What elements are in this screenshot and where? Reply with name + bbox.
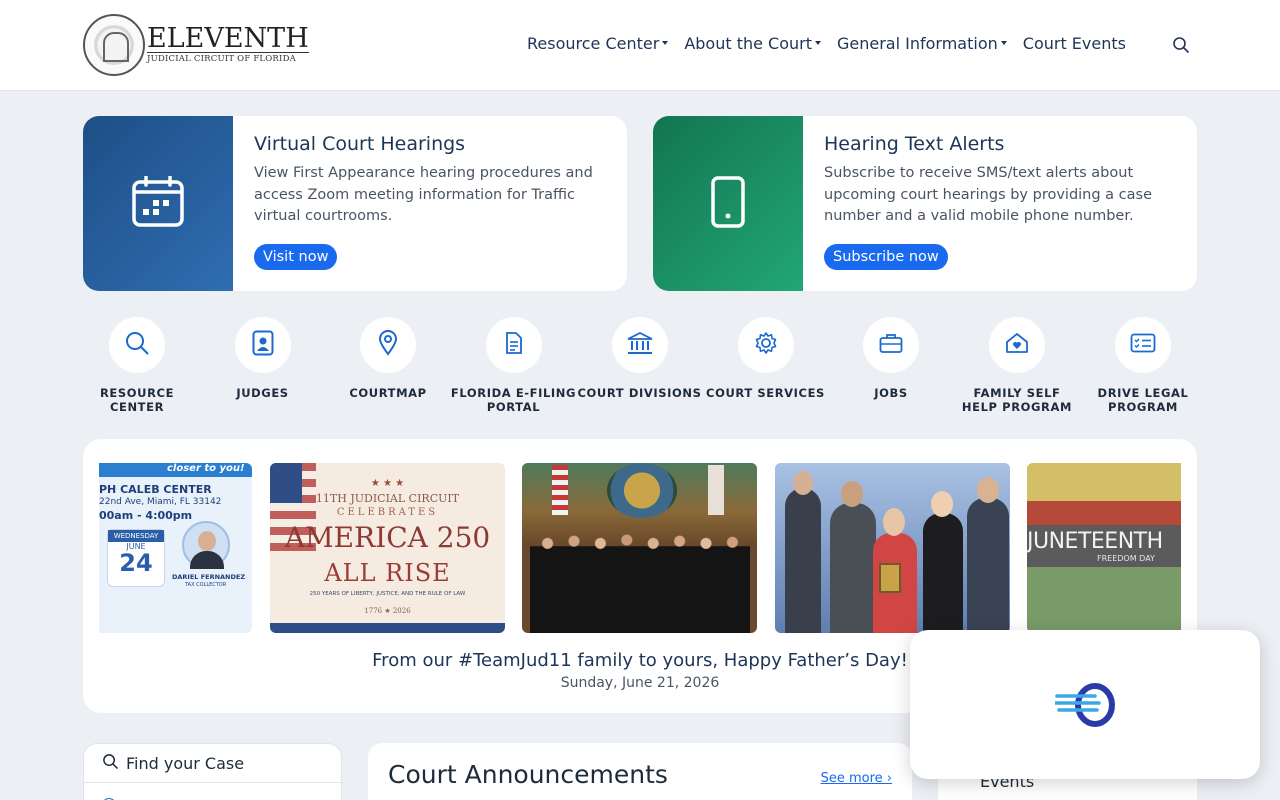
divider <box>84 782 343 783</box>
court-seal-icon <box>83 14 145 76</box>
map-pin-icon <box>378 330 398 360</box>
visit-now-button[interactable]: Visit now <box>254 244 338 270</box>
caret-down-icon <box>662 40 669 45</box>
quick-link-resource-center[interactable]: RESOURCE CENTER <box>74 317 200 414</box>
state-seal-mural <box>607 463 677 518</box>
logo-title: ELEVENTH <box>147 23 309 54</box>
see-more-link[interactable]: See more › <box>821 771 892 786</box>
quick-link-drive-legal-program[interactable]: DRIVE LEGAL PROGRAM <box>1080 317 1206 414</box>
card-description: View First Appearance hearing procedures… <box>254 165 593 224</box>
quick-link-judges[interactable]: JUDGES <box>200 317 326 400</box>
judges-group <box>530 521 750 633</box>
quick-link-jobs[interactable]: JOBS <box>828 317 954 400</box>
nav-court-events[interactable]: Court Events <box>1023 34 1126 53</box>
quick-link-court-divisions[interactable]: COURT DIVISIONS <box>577 317 703 400</box>
chat-widget-popup[interactable] <box>910 630 1260 779</box>
id-card-icon <box>1130 333 1156 357</box>
carousel-slide-judges-photo[interactable] <box>522 463 757 633</box>
search-icon <box>102 753 119 774</box>
section-title: Court Announcements <box>388 760 668 789</box>
us-flag <box>552 465 568 515</box>
logo-subtitle: JUDICIAL CIRCUIT OF FLORIDA <box>147 52 309 64</box>
florida-flag <box>708 465 724 515</box>
mobile-phone-icon <box>711 175 745 232</box>
find-your-case-button[interactable]: Find your Case <box>102 753 244 774</box>
caret-down-icon <box>815 40 821 45</box>
site-logo[interactable]: ELEVENTH JUDICIAL CIRCUIT OF FLORIDA <box>83 14 309 76</box>
chat-widget-logo-icon <box>1053 682 1117 732</box>
award-plaque <box>879 563 901 593</box>
courthouse-icon <box>627 331 653 359</box>
quick-link-courtmap[interactable]: COURTMAP <box>325 317 451 400</box>
carousel-slide-america-250[interactable]: ★ ★ ★ 11TH JUDICIAL CIRCUIT CELEBRATES A… <box>270 463 505 633</box>
event-date-badge: WEDNESDAY JUNE 24 <box>107 529 165 587</box>
judge-badge-icon <box>252 330 274 360</box>
home-heart-icon <box>1005 331 1029 359</box>
subscribe-now-button[interactable]: Subscribe now <box>824 244 948 270</box>
site-header: ELEVENTH JUDICIAL CIRCUIT OF FLORIDA Res… <box>0 0 1280 91</box>
gear-icon <box>754 331 778 359</box>
find-your-case-panel: Find your Case <box>83 743 343 800</box>
virtual-court-hearings-card: Virtual Court Hearings View First Appear… <box>83 116 627 291</box>
search-icon <box>124 330 150 360</box>
nav-about-the-court[interactable]: About the Court <box>684 34 821 53</box>
caret-down-icon <box>1000 40 1007 45</box>
card-description: Subscribe to receive SMS/text alerts abo… <box>824 165 1153 224</box>
quick-link-family-self-help-program[interactable]: FAMILY SELF HELP PROGRAM <box>954 317 1080 414</box>
carousel-slide-award-photo[interactable] <box>775 463 1010 633</box>
calendar-icon <box>132 174 184 232</box>
main-nav: Resource Center About the Court General … <box>527 34 1142 53</box>
court-announcements-panel: Court Announcements See more › <box>368 743 912 800</box>
card-title: Hearing Text Alerts <box>824 133 1005 155</box>
nav-general-information[interactable]: General Information <box>837 34 1007 53</box>
carousel-track: closer to you! PH CALEB CENTER 22nd Ave,… <box>99 463 1181 633</box>
carousel-slide-juneteenth[interactable]: JUNETEENTH FREEDOM DAY <box>1027 463 1181 633</box>
briefcase-icon <box>879 332 903 358</box>
card-title: Virtual Court Hearings <box>254 133 466 155</box>
nav-resource-center[interactable]: Resource Center <box>527 34 669 53</box>
person-photo <box>182 521 230 569</box>
hearing-text-alerts-card: Hearing Text Alerts Subscribe to receive… <box>653 116 1197 291</box>
document-icon <box>505 331 523 359</box>
carousel-slide-tax-collector[interactable]: closer to you! PH CALEB CENTER 22nd Ave,… <box>99 463 252 633</box>
quick-link-florida-e-filing-portal[interactable]: FLORIDA E-FILING PORTAL <box>451 317 577 414</box>
search-icon[interactable] <box>1172 36 1190 54</box>
quick-link-court-services[interactable]: COURT SERVICES <box>703 317 829 400</box>
quick-links: RESOURCE CENTER JUDGES COURTMAP FLORIDA … <box>83 317 1197 417</box>
